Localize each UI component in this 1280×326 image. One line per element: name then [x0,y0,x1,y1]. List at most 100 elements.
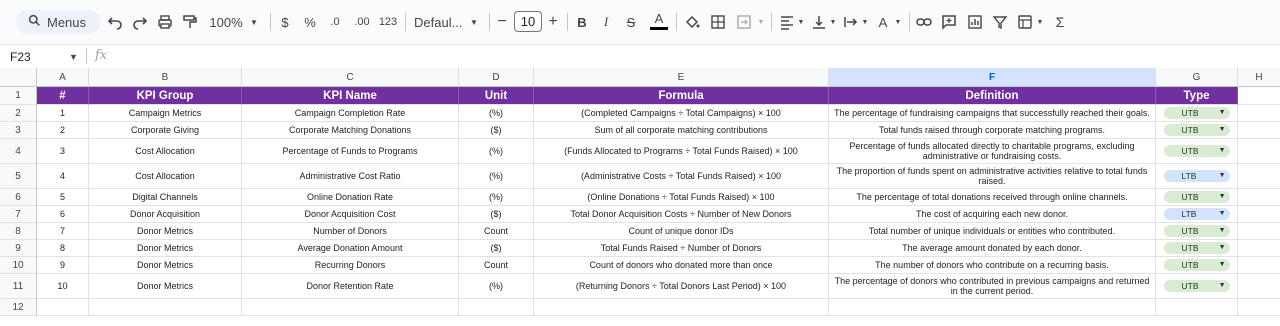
empty-cell[interactable] [1238,87,1280,105]
table-cell[interactable]: The percentage of total donations receiv… [829,189,1156,206]
rotation-dropdown-icon[interactable]: ▼ [893,10,903,34]
empty-cell[interactable] [459,299,534,316]
table-cell[interactable]: Count of unique donor IDs [534,223,829,240]
empty-cell[interactable] [1238,274,1280,299]
text-color-icon[interactable]: A [650,10,668,30]
table-cell[interactable]: The average amount donated by each donor… [829,240,1156,257]
table-cell[interactable]: (Returning Donors ÷ Total Donors Last Pe… [534,274,829,299]
empty-cell[interactable] [534,299,829,316]
table-cell[interactable]: Count [459,257,534,274]
increase-font-size-icon[interactable]: + [546,10,560,34]
undo-icon[interactable] [106,10,124,34]
currency-format-button[interactable]: $ [278,10,292,34]
table-cell[interactable]: Total Donor Acquisition Costs ÷ Number o… [534,206,829,223]
table-cell[interactable]: (Funds Allocated to Programs ÷ Total Fun… [534,139,829,164]
table-cell[interactable]: 4 [37,164,89,189]
wrap-dropdown-icon[interactable]: ▼ [860,10,870,34]
table-cell[interactable]: Online Donation Rate [242,189,459,206]
empty-cell[interactable] [1238,122,1280,139]
table-cell[interactable]: The number of donors who contribute on a… [829,257,1156,274]
functions-menu-icon[interactable] [1017,10,1033,34]
table-cell[interactable]: Donor Metrics [89,257,242,274]
table-cell[interactable]: ($) [459,240,534,257]
sigma-icon[interactable]: Σ [1052,10,1068,34]
table-cell[interactable]: (%) [459,164,534,189]
italic-icon[interactable]: I [599,10,613,34]
table-header-cell[interactable]: Type [1156,87,1238,105]
empty-cell[interactable] [242,299,459,316]
text-wrap-icon[interactable] [843,10,859,34]
type-cell[interactable]: LTB ▼ [1156,164,1238,189]
empty-cell[interactable] [1238,240,1280,257]
table-cell[interactable]: Cost Allocation [89,164,242,189]
table-cell[interactable]: Donor Acquisition [89,206,242,223]
empty-cell[interactable] [89,299,242,316]
empty-cell[interactable] [1238,206,1280,223]
merge-dropdown-icon[interactable]: ▼ [756,10,766,34]
decrease-font-size-icon[interactable]: − [495,10,509,34]
row-header-9[interactable]: 9 [0,240,37,257]
empty-cell[interactable] [1238,105,1280,122]
table-cell[interactable]: Donor Acquisition Cost [242,206,459,223]
empty-cell[interactable] [1238,299,1280,316]
table-cell[interactable]: 5 [37,189,89,206]
type-cell[interactable]: UTB ▼ [1156,257,1238,274]
menus-search[interactable]: Menus [16,10,100,34]
table-cell[interactable]: Number of Donors [242,223,459,240]
column-header-f[interactable]: F [829,68,1156,87]
table-cell[interactable]: Count of donors who donated more than on… [534,257,829,274]
borders-icon[interactable] [710,10,726,34]
text-rotation-icon[interactable]: A [875,10,891,34]
valign-dropdown-icon[interactable]: ▼ [828,10,838,34]
table-cell[interactable]: Sum of all corporate matching contributi… [534,122,829,139]
percent-format-button[interactable]: % [302,10,318,34]
table-cell[interactable]: 1 [37,105,89,122]
column-header-d[interactable]: D [459,68,534,87]
merge-cells-icon[interactable] [736,10,752,34]
zoom-select[interactable]: 100% [208,10,244,34]
font-family-select[interactable]: Defaul... [414,10,466,34]
type-cell[interactable]: LTB ▼ [1156,206,1238,223]
type-dropdown-chip[interactable]: LTB ▼ [1163,208,1230,220]
paint-format-icon[interactable] [181,10,199,34]
table-cell[interactable]: (Completed Campaigns ÷ Total Campaigns) … [534,105,829,122]
chip-dropdown-icon[interactable]: ▼ [1219,260,1226,270]
table-cell[interactable]: (%) [459,189,534,206]
table-cell[interactable]: Campaign Metrics [89,105,242,122]
name-box-dropdown-icon[interactable]: ▼ [69,52,78,62]
row-header-11[interactable]: 11 [0,274,37,299]
chip-dropdown-icon[interactable]: ▼ [1219,171,1226,181]
empty-cell[interactable] [829,299,1156,316]
table-cell[interactable]: ($) [459,206,534,223]
column-header-b[interactable]: B [89,68,242,87]
chip-dropdown-icon[interactable]: ▼ [1219,209,1226,219]
table-cell[interactable]: (%) [459,274,534,299]
row-header-12[interactable]: 12 [0,299,37,316]
valign-bottom-icon[interactable] [811,10,827,34]
table-cell[interactable]: Donor Metrics [89,240,242,257]
functions-dropdown-icon[interactable]: ▼ [1035,10,1045,34]
table-header-cell[interactable]: KPI Name [242,87,459,105]
table-header-cell[interactable]: KPI Group [89,87,242,105]
table-cell[interactable]: (%) [459,139,534,164]
number-format-button[interactable]: 123 [378,10,398,34]
table-cell[interactable]: 10 [37,274,89,299]
table-cell[interactable]: 2 [37,122,89,139]
column-header-a[interactable]: A [37,68,89,87]
chip-dropdown-icon[interactable]: ▼ [1219,192,1226,202]
row-header-3[interactable]: 3 [0,122,37,139]
align-dropdown-icon[interactable]: ▼ [796,10,806,34]
table-cell[interactable]: Recurring Donors [242,257,459,274]
table-cell[interactable]: ($) [459,122,534,139]
empty-cell[interactable] [37,299,89,316]
table-cell[interactable]: The proportion of funds spent on adminis… [829,164,1156,189]
chip-dropdown-icon[interactable]: ▼ [1219,226,1226,236]
table-cell[interactable]: Percentage of Funds to Programs [242,139,459,164]
type-cell[interactable]: UTB ▼ [1156,139,1238,164]
table-header-cell[interactable]: Definition [829,87,1156,105]
table-cell[interactable]: Donor Retention Rate [242,274,459,299]
table-cell[interactable]: (Online Donations ÷ Total Funds Raised) … [534,189,829,206]
empty-cell[interactable] [1238,164,1280,189]
print-icon[interactable] [156,10,174,34]
filter-icon[interactable] [992,10,1008,34]
